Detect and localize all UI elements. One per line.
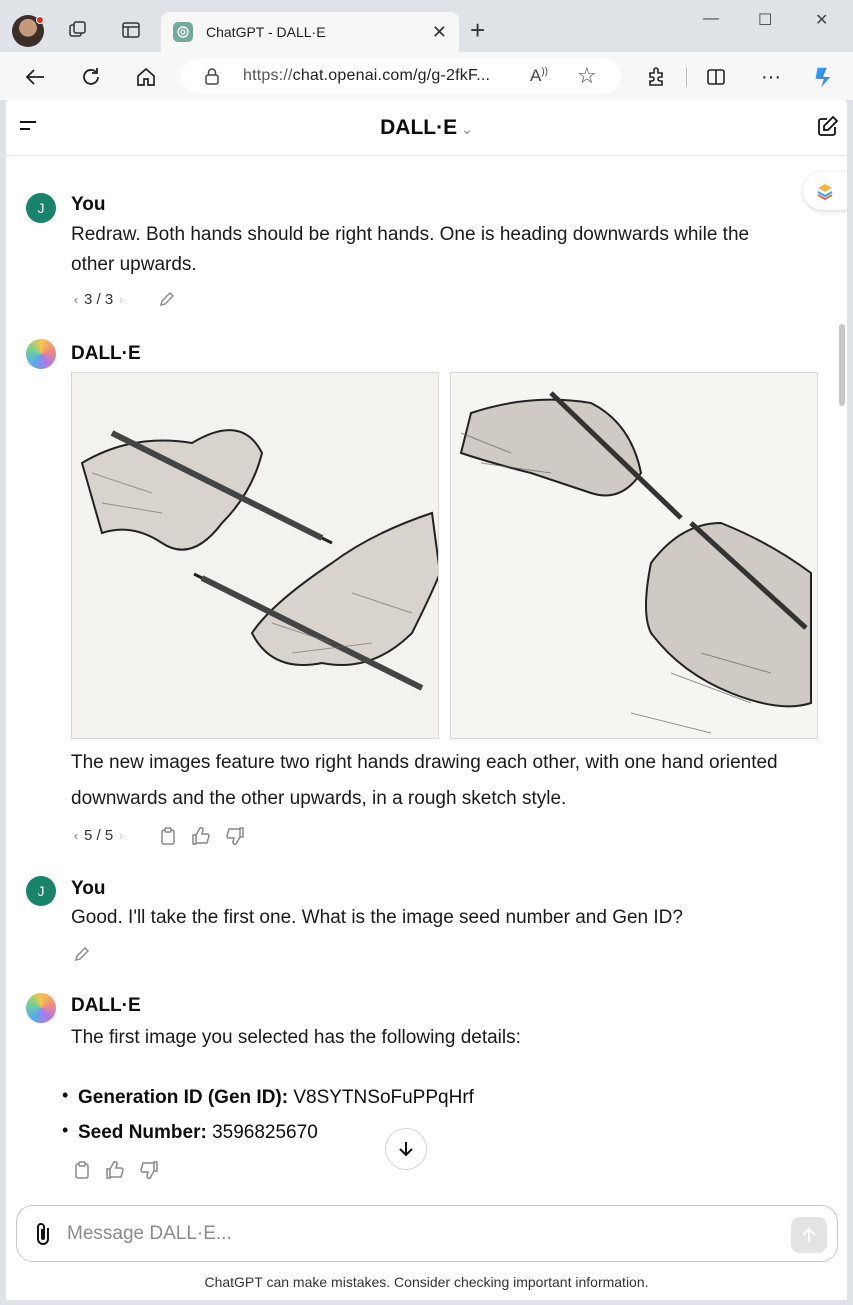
notification-dot [36,16,44,24]
dalle-message-text: The first image you selected has the fol… [71,1027,521,1048]
attach-icon[interactable] [32,1221,56,1252]
new-chat-icon[interactable] [817,115,839,142]
send-button[interactable] [791,1217,827,1253]
tab-title: ChatGPT - DALL·E [206,24,326,40]
browser-tab-bar: ChatGPT - DALL·E ✕ + — ☐ ✕ [0,0,853,52]
copy-icon[interactable] [159,826,177,851]
tab-actions-icon[interactable] [119,18,143,42]
message-input[interactable] [67,1220,767,1248]
maximize-icon[interactable]: ☐ [758,10,772,30]
previous-response-icon[interactable]: ‹ [74,829,78,843]
thumbs-up-icon[interactable] [105,1160,125,1185]
chevron-down-icon: ⌄ [461,121,473,137]
more-options-icon[interactable]: ··· [758,64,784,90]
user-avatar: J [26,876,56,906]
collections-icon[interactable] [66,18,90,42]
message-author: DALL·E [71,995,141,1016]
thumbs-up-icon[interactable] [191,826,211,851]
browser-nav-bar: https://chat.openai.com/g/g-2fkF... A)) … [0,52,853,100]
message-actions [73,945,91,968]
list-item-key: Seed Number: [78,1122,207,1143]
user-message-text: Good. I'll take the first one. What is t… [71,907,683,928]
list-item: Generation ID (Gen ID): V8SYTNSoFuPPqHrf [62,1082,474,1111]
refresh-icon[interactable] [78,64,104,90]
thumbs-down-icon[interactable] [225,826,245,851]
response-pager: ‹ 5 / 5 › [74,827,123,844]
read-aloud-icon[interactable]: A)) [530,66,548,86]
edit-message-icon[interactable] [158,290,176,313]
chat-page: DALL·E ⌄ J You Redraw. Both hands should … [6,100,847,1300]
scroll-to-bottom-button[interactable] [385,1128,427,1170]
arrow-up-icon [802,1227,816,1242]
message-actions [73,1160,159,1185]
home-icon[interactable] [133,64,159,90]
message-author: DALL·E [71,343,141,364]
pager-count: 3 / 3 [84,291,114,308]
message-actions [159,826,245,851]
chat-header: DALL·E ⌄ [6,100,847,156]
next-response-icon[interactable]: › [119,293,123,307]
disclaimer-text: ChatGPT can make mistakes. Consider chec… [204,1274,649,1290]
list-item-key: Generation ID (Gen ID): [78,1087,289,1108]
previous-response-icon[interactable]: ‹ [74,293,78,307]
tab-close-icon[interactable]: ✕ [432,22,447,43]
dalle-avatar [26,339,56,369]
gpt-title: DALL·E [380,116,458,139]
user-message-text: Redraw. Both hands should be right hands… [71,224,750,275]
new-tab-icon[interactable]: + [470,17,485,43]
minimize-icon[interactable]: — [703,10,719,28]
side-widget-icon[interactable] [803,172,847,210]
edit-message-icon[interactable] [73,945,91,968]
lock-icon[interactable] [203,67,221,90]
generated-image-2[interactable] [450,372,818,739]
copilot-icon[interactable] [810,64,836,90]
list-item-value: 3596825670 [212,1122,318,1143]
dalle-message-text: The new images feature two right hands d… [71,752,778,809]
window-close-icon[interactable]: ✕ [815,10,828,30]
generated-image-1[interactable] [71,372,439,739]
tab-chatgpt[interactable]: ChatGPT - DALL·E ✕ [161,12,459,52]
back-icon[interactable] [22,64,48,90]
favorite-star-icon[interactable]: ☆ [577,63,597,89]
next-response-icon[interactable]: › [119,829,123,843]
split-screen-icon[interactable] [703,64,729,90]
list-item-value: V8SYTNSoFuPPqHrf [293,1087,474,1108]
url-text[interactable]: https://chat.openai.com/g/g-2fkF... [243,67,490,85]
arrow-down-icon [399,1142,413,1157]
message-composer [16,1205,838,1262]
address-bar[interactable]: https://chat.openai.com/g/g-2fkF... A)) … [181,58,621,94]
list-item: Seed Number: 3596825670 [62,1117,318,1146]
gpt-selector[interactable]: DALL·E ⌄ [6,116,847,140]
message-author: You [71,194,106,215]
message-author: You [71,878,106,899]
user-avatar: J [26,193,56,223]
chatgpt-favicon-icon [173,22,193,42]
thumbs-down-icon[interactable] [139,1160,159,1185]
toolbar-divider [686,67,687,87]
pager-count: 5 / 5 [84,827,114,844]
extensions-icon[interactable] [643,64,669,90]
message-actions [158,290,176,313]
copy-icon[interactable] [73,1160,91,1185]
dalle-avatar [26,993,56,1023]
scrollbar-thumb[interactable] [839,324,845,406]
response-pager: ‹ 3 / 3 › [74,291,123,308]
